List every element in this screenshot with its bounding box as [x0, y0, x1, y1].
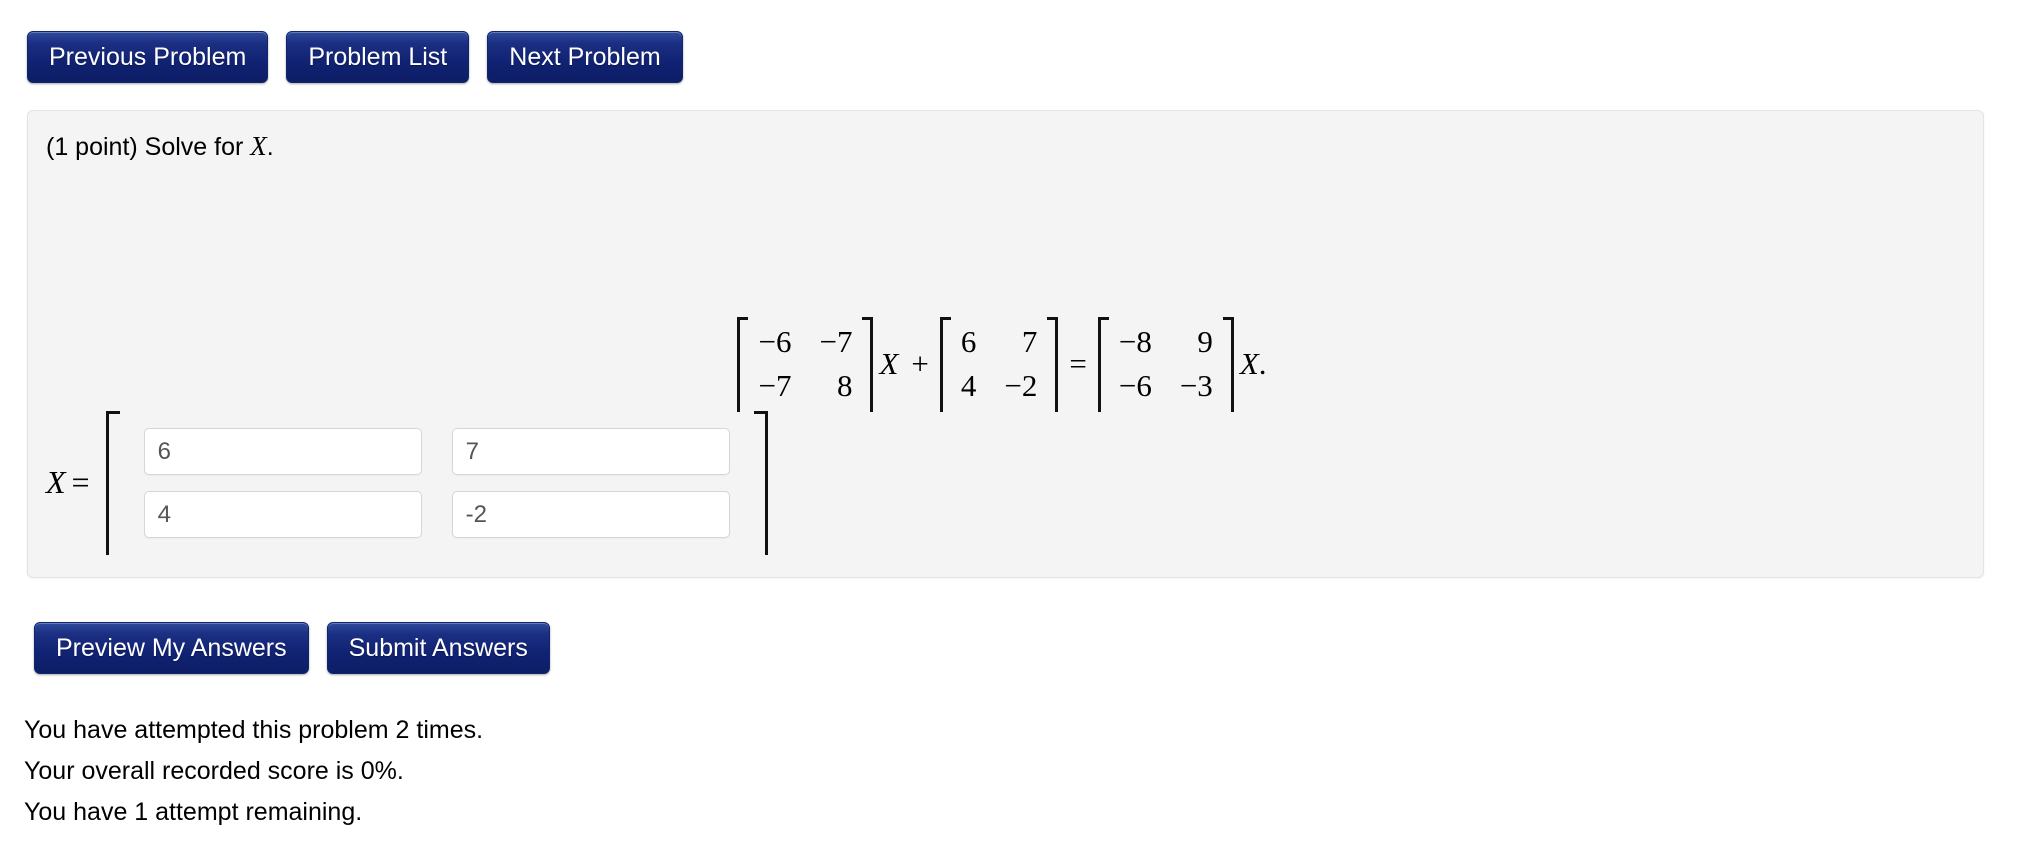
matrix-c-cell: 9: [1197, 324, 1213, 359]
matrix-b: 6 7 4 −2: [939, 317, 1059, 412]
previous-problem-button[interactable]: Previous Problem: [27, 31, 269, 83]
equation-trailing-period: .: [1258, 346, 1267, 382]
matrix-a-cell: 8: [836, 368, 853, 404]
matrix-a-cell: −7: [819, 324, 853, 359]
answer-input-r1c2[interactable]: [451, 428, 730, 475]
matrix-a-cell: −7: [758, 368, 792, 404]
matrix-c-cell: −6: [1118, 368, 1152, 404]
recorded-score-text: Your overall recorded score is 0%.: [24, 757, 404, 785]
matrix-c: −8 9 −6 −3: [1097, 317, 1234, 412]
problem-points-text: (1 point) Solve for: [46, 133, 251, 161]
problem-list-button[interactable]: Problem List: [286, 31, 470, 83]
problem-period: .: [266, 133, 274, 161]
answer-actions-bar: Preview My Answers Submit Answers: [34, 622, 550, 674]
matrix-b-cell: 4: [960, 368, 977, 404]
answer-input-r1c1[interactable]: [143, 428, 422, 475]
answer-input-r2c1[interactable]: [143, 491, 422, 538]
problem-navigation-bar: Previous Problem Problem List Next Probl…: [27, 31, 683, 83]
bracket-left-icon: [737, 317, 749, 412]
problem-statement: (1 point) Solve for X.: [46, 131, 274, 162]
answer-matrix: [105, 411, 768, 555]
matrix-equation: −6 −7 −7 8 X + 6 7 4 −2 = −8 9 −6 −3 X .: [28, 317, 1983, 412]
answer-label: X =: [46, 464, 90, 503]
bracket-left-icon: [939, 317, 951, 412]
bracket-right-icon: [1222, 317, 1234, 412]
bracket-left-icon: [1097, 317, 1109, 412]
plus-operator: +: [911, 346, 929, 382]
equation-variable-after-c: X: [1239, 346, 1259, 382]
answer-label-variable: X: [46, 463, 66, 500]
next-problem-button[interactable]: Next Problem: [487, 31, 683, 83]
equation-variable-after-a: X: [879, 346, 899, 382]
answer-input-r2c2[interactable]: [451, 491, 730, 538]
matrix-a-cell: −6: [758, 324, 792, 359]
attempts-count-text: You have attempted this problem 2 times.: [24, 716, 484, 744]
preview-my-answers-button[interactable]: Preview My Answers: [34, 622, 309, 674]
matrix-b-cell: 7: [1021, 324, 1038, 359]
matrix-c-cell: −3: [1179, 368, 1213, 404]
bracket-right-icon: [1047, 317, 1059, 412]
matrix-a: −6 −7 −7 8: [737, 317, 874, 412]
attempts-remaining-text: You have 1 attempt remaining.: [24, 798, 363, 826]
matrix-b-cell: −2: [1004, 368, 1038, 404]
problem-variable: X: [250, 131, 267, 161]
problem-panel: (1 point) Solve for X. −6 −7 −7 8 X + 6 …: [27, 110, 1984, 578]
submit-answers-button[interactable]: Submit Answers: [326, 622, 550, 674]
bracket-left-icon: [105, 411, 120, 555]
equals-operator: =: [1069, 346, 1087, 382]
bracket-right-icon: [862, 317, 874, 412]
answer-matrix-area: X =: [46, 411, 768, 555]
attempt-status-block: You have attempted this problem 2 times.…: [24, 710, 483, 833]
matrix-b-cell: 6: [960, 324, 977, 359]
matrix-c-cell: −8: [1118, 324, 1152, 359]
answer-label-equals: =: [71, 463, 90, 500]
bracket-right-icon: [753, 411, 768, 555]
